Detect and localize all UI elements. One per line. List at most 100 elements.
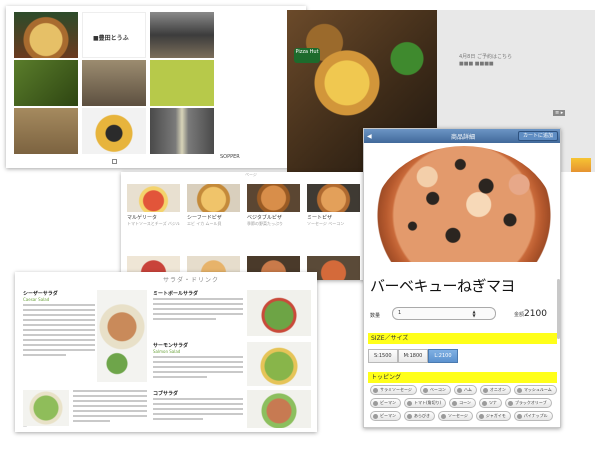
topping-toggle[interactable]: ジャガイモ xyxy=(475,411,511,421)
meta-line-1: 4月8日 ご予約はこちら xyxy=(459,54,512,60)
menu-item-image xyxy=(127,184,180,212)
topping-toggle[interactable]: オニオン xyxy=(479,385,511,395)
checkbox-icon xyxy=(478,413,484,419)
topping-label: オニオン xyxy=(489,387,506,392)
topping-toggle[interactable]: パイナップル xyxy=(513,411,553,421)
menu-item-image xyxy=(187,184,240,212)
page-number: — xyxy=(23,424,27,429)
article-text-block xyxy=(153,356,243,381)
calligraphy-tile[interactable] xyxy=(14,108,78,154)
topping-label: ジャガイモ xyxy=(485,413,506,418)
topping-toggle[interactable]: トマト(角切り) xyxy=(404,398,447,408)
menu-item[interactable]: ベジタブルピザ 季節の野菜たっぷり xyxy=(247,184,300,248)
green-logo-tile[interactable] xyxy=(150,60,214,106)
checkbox-icon xyxy=(373,387,378,393)
topping-label: マッシュルーム xyxy=(523,387,552,392)
page-tag[interactable]: ≡ ▸ xyxy=(553,110,566,116)
topping-label: コーン xyxy=(459,400,471,405)
article-section-title: コブサラダ xyxy=(153,391,179,397)
menu-item[interactable]: マルゲリータ トマトソースとチーズ バジル xyxy=(127,184,180,248)
checkbox-icon xyxy=(481,400,487,406)
meta-line-2: ■■■ ■■■■ xyxy=(459,61,494,67)
checkbox-icon xyxy=(507,400,513,406)
topping-label: ピーマン xyxy=(380,400,396,405)
topping-label: ベーコン xyxy=(429,387,446,392)
add-to-cart-button[interactable]: カートに追加 xyxy=(517,131,558,141)
gallery-page: ■豊田とうふ SOPPER ✕ xyxy=(6,6,306,168)
menu-item-text: ソーセージ ベーコン xyxy=(307,221,345,226)
checkbox-icon xyxy=(456,387,462,393)
salad-photo xyxy=(247,390,311,428)
checkbox-icon xyxy=(441,413,446,419)
size-option[interactable]: M:1800 xyxy=(397,349,429,363)
topping-toggle[interactable]: ブラックオリーブ xyxy=(504,398,552,408)
topping-toggle[interactable]: ベーコン xyxy=(419,385,451,395)
menu-item-title: ベジタブルピザ xyxy=(247,215,282,221)
salad-photo xyxy=(23,390,69,426)
topping-label: ソーセージ xyxy=(448,413,468,418)
fashion-tile[interactable] xyxy=(150,108,214,154)
brochure-meta: 4月8日 ご予約はこちら ■■■ ■■■■ xyxy=(459,54,512,68)
topping-label: パイナップル xyxy=(523,413,548,418)
menu-item-title: ミートピザ xyxy=(307,215,333,221)
topping-label: ブラックオリーブ xyxy=(514,400,547,405)
topping-label: トマト(角切り) xyxy=(414,400,442,405)
page-icon[interactable] xyxy=(112,159,117,164)
interior-tile[interactable] xyxy=(82,60,146,106)
article-section-title: シーザーサラダ xyxy=(23,291,58,297)
size-option[interactable]: S:1500 xyxy=(368,349,398,363)
salad-photo xyxy=(247,342,311,386)
menu-item-text: エビ イカ ムール貝 xyxy=(187,221,222,226)
menu-item[interactable]: シーフードピザ エビ イカ ムール貝 xyxy=(187,184,240,248)
topping-toggle[interactable]: コーン xyxy=(449,398,476,408)
toppings-section-header: トッピング xyxy=(368,372,557,383)
checkbox-icon xyxy=(482,387,488,393)
article-section-title: ミートボールサラダ xyxy=(153,291,199,297)
quantity-label: 数量 xyxy=(370,313,381,319)
scrollbar[interactable] xyxy=(557,279,560,339)
topping-toggle[interactable]: ピーマン xyxy=(370,398,401,408)
topping-label: ツナ xyxy=(488,400,497,405)
topping-label: サラミソーセージ xyxy=(380,387,412,392)
menu-item[interactable]: ミートピザ ソーセージ ベーコン xyxy=(307,184,360,248)
store-sign-text: ■豊田とうふ xyxy=(93,35,129,42)
topping-toggle[interactable]: ピーマン xyxy=(370,411,401,421)
article-text-block xyxy=(73,390,147,425)
topping-toggle[interactable]: ツナ xyxy=(478,398,502,408)
checkbox-icon xyxy=(422,387,428,393)
product-tile[interactable] xyxy=(82,108,146,154)
gallery-footer: SOPPER xyxy=(220,154,240,160)
quantity-field[interactable]: 1 xyxy=(392,307,496,320)
topping-toggle[interactable]: マッシュルーム xyxy=(513,385,557,395)
size-option-selected[interactable]: L:2100 xyxy=(428,349,458,363)
topping-label: ハム xyxy=(463,387,472,392)
quantity-stepper[interactable]: ▲ ▼ xyxy=(470,310,478,318)
kanji-art-tile[interactable] xyxy=(14,60,78,106)
storefront-tile[interactable] xyxy=(150,12,214,58)
salad-photo xyxy=(247,290,311,336)
article-text-block xyxy=(153,398,243,423)
salad-photo xyxy=(97,290,147,382)
checkbox-icon xyxy=(516,413,522,419)
topping-toggle[interactable]: サラミソーセージ xyxy=(370,385,417,395)
topping-toggle[interactable]: ソーセージ xyxy=(438,411,473,421)
side-thumbnail xyxy=(571,158,591,172)
article-section-sub: Salmon Salad xyxy=(153,349,181,354)
store-sign-tile[interactable]: ■豊田とうふ xyxy=(82,12,146,58)
product-detail-screen: ◀ 商品詳細 カートに追加 バーベキューねぎマヨ 数量 1 ▲ ▼ 金額2100 … xyxy=(363,128,561,428)
checkbox-icon xyxy=(452,400,458,406)
menu-item-image xyxy=(307,184,360,212)
topping-toggle[interactable]: あらびき xyxy=(404,411,435,421)
size-section-header: SIZE／サイズ xyxy=(368,333,557,344)
article-text-block xyxy=(153,298,243,323)
price-value: 2100 xyxy=(524,309,547,319)
size-selector: S:1500 M:1800 L:2100 xyxy=(368,349,458,363)
menu-item-text: 季節の野菜たっぷり xyxy=(247,221,283,226)
checkbox-icon xyxy=(516,387,522,393)
topping-toggle[interactable]: ハム xyxy=(453,385,477,395)
menu-grid-header: ページ xyxy=(245,172,257,177)
pizza-tile[interactable] xyxy=(14,12,78,58)
checkbox-icon xyxy=(407,413,412,419)
checkbox-icon xyxy=(407,400,412,406)
article-text-block xyxy=(23,304,95,359)
